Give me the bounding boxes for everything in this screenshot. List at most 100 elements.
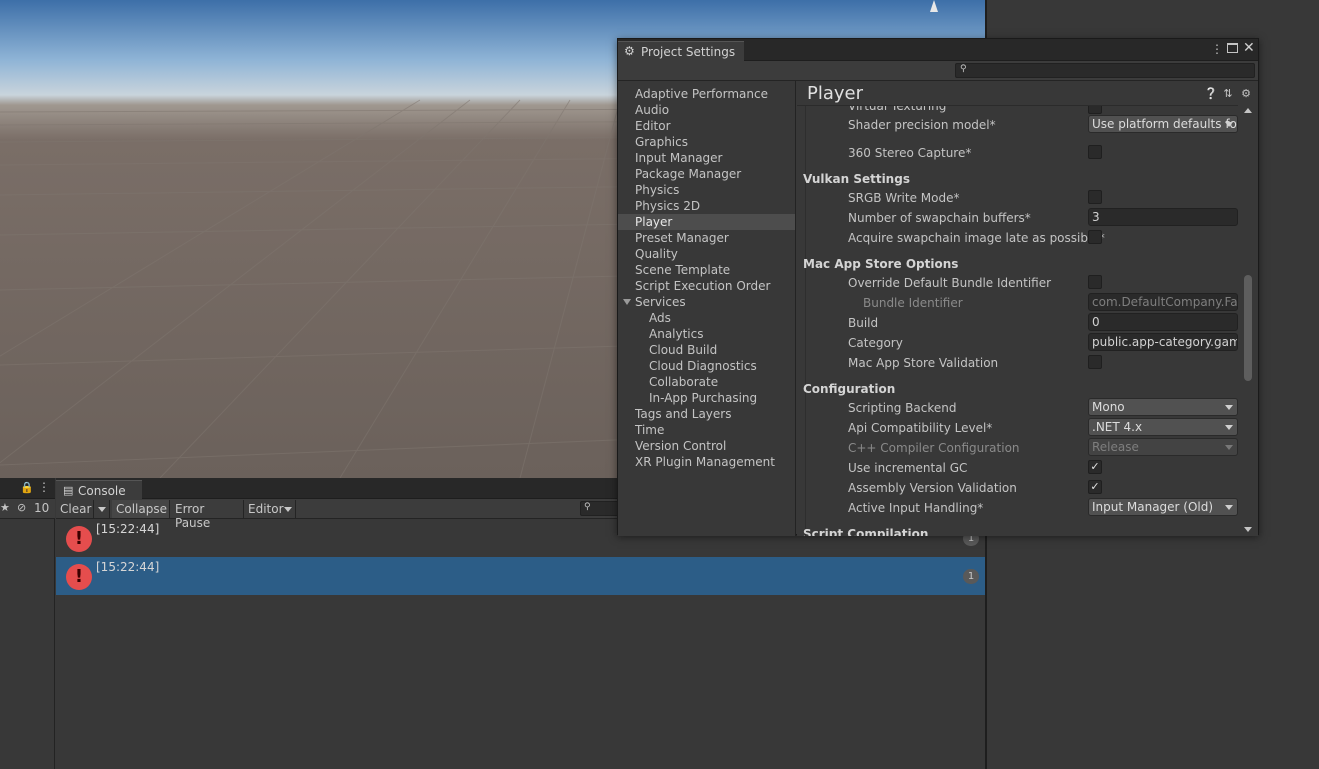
build-label: Build bbox=[848, 316, 879, 330]
shader-precision-label: Shader precision model* bbox=[848, 118, 996, 132]
nav-item-label: Physics 2D bbox=[635, 199, 701, 213]
shader-precision-value: Use platform defaults fo bbox=[1092, 117, 1237, 131]
hidden-eye-icon[interactable]: ⊘ bbox=[17, 501, 26, 514]
log-entry-selected[interactable]: ! [15:22:44] 1 bbox=[56, 557, 985, 595]
nav-item-script-execution-order[interactable]: Script Execution Order bbox=[618, 278, 795, 294]
nav-item-adaptive-performance[interactable]: Adaptive Performance bbox=[618, 86, 795, 102]
category-field[interactable]: public.app-category.game bbox=[1088, 333, 1238, 351]
nav-item-version-control[interactable]: Version Control bbox=[618, 438, 795, 454]
nav-item-label: Services bbox=[635, 295, 686, 309]
cpp-compiler-config-dropdown: Release bbox=[1088, 438, 1238, 456]
srgb-write-mode-checkbox[interactable] bbox=[1088, 190, 1102, 204]
window-title: Project Settings bbox=[641, 45, 736, 59]
page-title: Player bbox=[807, 83, 864, 104]
script-compilation-header: Script Compilation bbox=[803, 527, 929, 536]
nav-item-scene-template[interactable]: Scene Template bbox=[618, 262, 795, 278]
editor-target-dropdown[interactable]: Editor bbox=[244, 500, 296, 518]
settings-search-row: ⚲ bbox=[618, 61, 1258, 81]
shader-precision-dropdown[interactable]: Use platform defaults fo bbox=[1088, 115, 1238, 133]
nav-item-physics[interactable]: Physics bbox=[618, 182, 795, 198]
nav-item-time[interactable]: Time bbox=[618, 422, 795, 438]
preset-sliders-icon[interactable]: ⇅ bbox=[1222, 88, 1234, 100]
nav-item-cloud-diagnostics[interactable]: Cloud Diagnostics bbox=[618, 358, 795, 374]
project-settings-titlebar[interactable]: ⚙ Project Settings ⋮ ✕ bbox=[618, 39, 1258, 61]
star-icon[interactable]: ★ bbox=[0, 501, 10, 514]
tab-console[interactable]: ▤ Console bbox=[56, 480, 142, 499]
nav-item-services[interactable]: Services bbox=[618, 294, 795, 310]
error-icon: ! bbox=[66, 564, 92, 590]
hierarchy-panel-strip: 🔒 ⋮ ★ ⊘ 10 bbox=[0, 478, 55, 769]
nav-item-player[interactable]: Player bbox=[618, 214, 795, 230]
nav-item-label: Scene Template bbox=[635, 263, 731, 277]
collapse-button[interactable]: Collapse bbox=[112, 500, 170, 518]
hierarchy-toolbar: ★ ⊘ 10 bbox=[0, 499, 55, 519]
assembly-validation-checkbox[interactable]: ✓ bbox=[1088, 480, 1102, 494]
nav-item-quality[interactable]: Quality bbox=[618, 246, 795, 262]
mac-validation-checkbox[interactable] bbox=[1088, 355, 1102, 369]
assembly-validation-label: Assembly Version Validation bbox=[848, 481, 1017, 495]
scroll-up-icon[interactable] bbox=[1244, 108, 1252, 113]
nav-item-tags-and-layers[interactable]: Tags and Layers bbox=[618, 406, 795, 422]
maximize-icon[interactable] bbox=[1227, 43, 1238, 53]
api-compatibility-dropdown[interactable]: .NET 4.x bbox=[1088, 418, 1238, 436]
mac-validation-label: Mac App Store Validation bbox=[848, 356, 999, 370]
nav-item-label: Player bbox=[635, 215, 673, 229]
nav-item-in-app-purchasing[interactable]: In-App Purchasing bbox=[618, 390, 795, 406]
scripting-backend-value: Mono bbox=[1092, 400, 1125, 414]
nav-item-label: Graphics bbox=[635, 135, 688, 149]
nav-item-xr-plugin-management[interactable]: XR Plugin Management bbox=[618, 454, 795, 470]
hierarchy-tabbar: 🔒 ⋮ bbox=[0, 478, 55, 499]
scroll-down-icon[interactable] bbox=[1244, 527, 1252, 532]
nav-item-collaborate[interactable]: Collaborate bbox=[618, 374, 795, 390]
clear-options-dropdown[interactable] bbox=[94, 500, 110, 518]
nav-item-package-manager[interactable]: Package Manager bbox=[618, 166, 795, 182]
swapchain-buffers-field[interactable]: 3 bbox=[1088, 208, 1238, 226]
nav-item-preset-manager[interactable]: Preset Manager bbox=[618, 230, 795, 246]
settings-nav: Adaptive Performance Audio Editor Graphics I… bbox=[618, 81, 796, 536]
nav-item-label: Version Control bbox=[635, 439, 727, 453]
foldout-expanded-icon[interactable] bbox=[623, 299, 631, 305]
nav-item-ads[interactable]: Ads bbox=[618, 310, 795, 326]
nav-item-analytics[interactable]: Analytics bbox=[618, 326, 795, 342]
stereo-capture-label: 360 Stereo Capture* bbox=[848, 146, 972, 160]
clear-button[interactable]: Clear bbox=[56, 500, 94, 518]
scripting-backend-dropdown[interactable]: Mono bbox=[1088, 398, 1238, 416]
settings-scrollbar[interactable] bbox=[1238, 105, 1258, 536]
nav-item-cloud-build[interactable]: Cloud Build bbox=[618, 342, 795, 358]
search-icon: ⚲ bbox=[584, 502, 591, 512]
override-bundle-checkbox[interactable] bbox=[1088, 275, 1102, 289]
nav-item-label: Input Manager bbox=[635, 151, 723, 165]
kebab-menu-icon[interactable]: ⋮ bbox=[38, 480, 50, 494]
nav-item-editor[interactable]: Editor bbox=[618, 118, 795, 134]
chevron-down-icon bbox=[1225, 505, 1233, 510]
scrollbar-thumb[interactable] bbox=[1244, 275, 1252, 381]
error-pause-button[interactable]: Error Pause bbox=[171, 500, 244, 530]
tab-project-settings[interactable]: ⚙ Project Settings bbox=[618, 41, 744, 61]
nav-item-input-manager[interactable]: Input Manager bbox=[618, 150, 795, 166]
incremental-gc-checkbox[interactable]: ✓ bbox=[1088, 460, 1102, 474]
cpp-compiler-config-label: C++ Compiler Configuration bbox=[848, 441, 1020, 455]
lock-icon[interactable]: 🔒 bbox=[20, 481, 34, 494]
scripting-backend-label: Scripting Backend bbox=[848, 401, 957, 415]
settings-search-input[interactable]: ⚲ bbox=[955, 63, 1255, 78]
nav-item-physics-2d[interactable]: Physics 2D bbox=[618, 198, 795, 214]
nav-item-label: Adaptive Performance bbox=[635, 87, 768, 101]
nav-item-label: Analytics bbox=[649, 327, 704, 341]
api-compatibility-label: Api Compatibility Level* bbox=[848, 421, 993, 435]
incremental-gc-label: Use incremental GC bbox=[848, 461, 968, 475]
virtual-texturing-label: Virtual Texturing bbox=[848, 105, 947, 113]
build-field[interactable]: 0 bbox=[1088, 313, 1238, 331]
kebab-menu-icon[interactable]: ⋮ bbox=[1211, 42, 1223, 56]
gear-icon[interactable]: ⚙ bbox=[1240, 88, 1252, 100]
acquire-swapchain-checkbox[interactable] bbox=[1088, 230, 1102, 244]
input-handling-dropdown[interactable]: Input Manager (Old) bbox=[1088, 498, 1238, 516]
input-handling-label: Active Input Handling* bbox=[848, 501, 984, 515]
virtual-texturing-checkbox[interactable] bbox=[1088, 106, 1102, 114]
nav-item-graphics[interactable]: Graphics bbox=[618, 134, 795, 150]
nav-item-audio[interactable]: Audio bbox=[618, 102, 795, 118]
stereo-capture-checkbox[interactable] bbox=[1088, 145, 1102, 159]
help-icon[interactable]: ❔ bbox=[1204, 88, 1218, 100]
close-icon[interactable]: ✕ bbox=[1243, 40, 1255, 56]
nav-item-label: In-App Purchasing bbox=[649, 391, 758, 405]
console-search-input[interactable]: ⚲ bbox=[580, 501, 620, 516]
